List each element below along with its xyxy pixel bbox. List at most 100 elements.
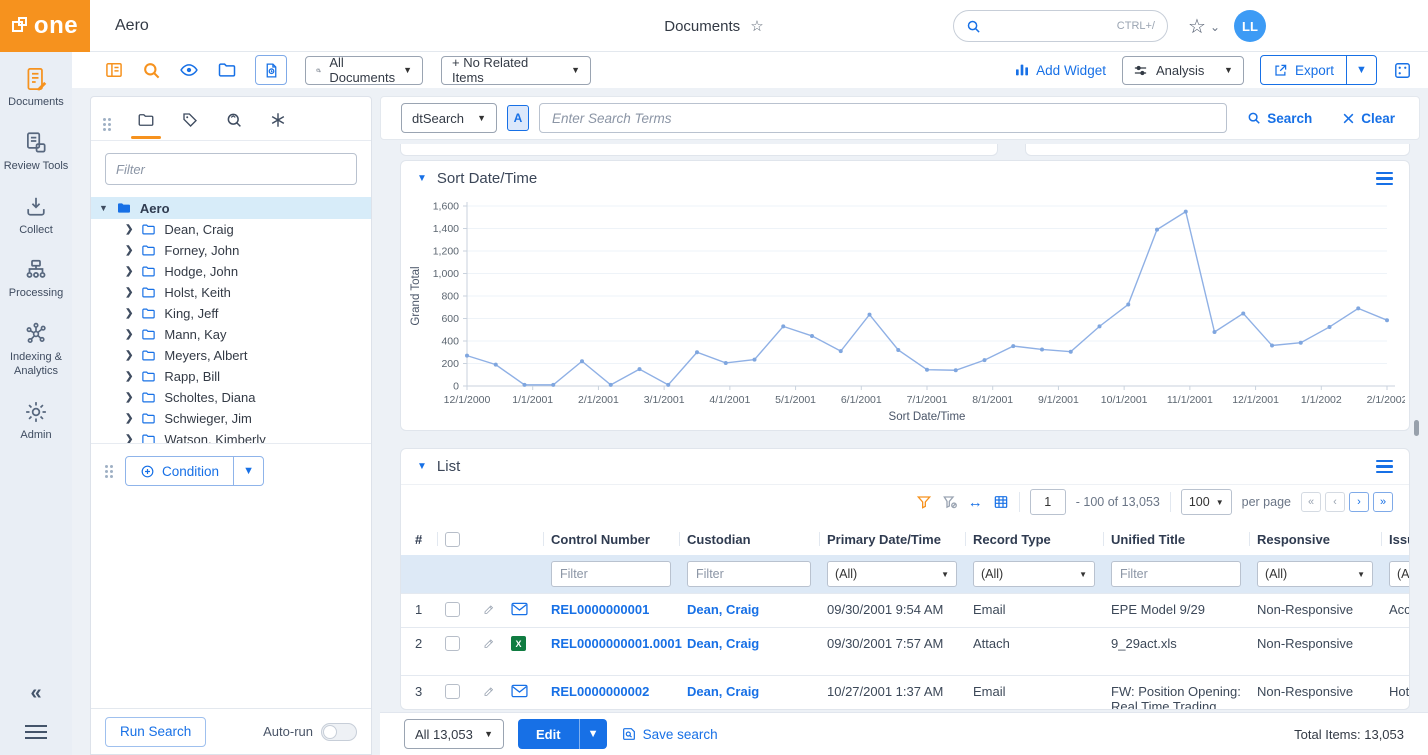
- tree-item-folder[interactable]: ❯Watson, Kimberly: [91, 429, 371, 443]
- tree-item-folder[interactable]: ❯Scholtes, Diana: [91, 387, 371, 408]
- sidebar-item-processing[interactable]: Processing: [2, 257, 70, 301]
- collapse-caret-icon[interactable]: ▼: [417, 461, 427, 472]
- column-filter-input[interactable]: [551, 561, 671, 587]
- sidebar-item-review-tools[interactable]: Review Tools: [2, 130, 70, 174]
- column-filter-input[interactable]: [687, 561, 811, 587]
- chevron-right-icon[interactable]: ❯: [125, 371, 133, 382]
- row-edit-button[interactable]: [475, 628, 503, 675]
- column-header-issues[interactable]: Issues: [1381, 523, 1410, 555]
- chevron-right-icon[interactable]: ❯: [125, 245, 133, 256]
- folders-view-icon[interactable]: [217, 60, 237, 80]
- search-button[interactable]: Search: [1237, 111, 1322, 126]
- edit-dropdown-chevron[interactable]: ▼: [579, 719, 607, 749]
- row-edit-button[interactable]: [475, 594, 503, 627]
- sidebar-item-indexing-analytics[interactable]: Indexing & Analytics: [2, 321, 70, 379]
- chevron-right-icon[interactable]: ❯: [125, 413, 133, 424]
- export-button[interactable]: Export: [1261, 56, 1346, 84]
- chevron-right-icon[interactable]: ❯: [125, 287, 133, 298]
- chart-menu-icon[interactable]: [1376, 172, 1393, 186]
- column-header-record-type[interactable]: Record Type: [965, 523, 1103, 555]
- tree-item-folder[interactable]: ❯Hodge, John: [91, 261, 371, 282]
- per-page-select[interactable]: 100 ▼: [1181, 489, 1232, 515]
- next-page-button[interactable]: ›: [1349, 492, 1369, 512]
- scope-select[interactable]: All Documents ▼: [305, 56, 423, 85]
- chevron-right-icon[interactable]: ❯: [125, 329, 133, 340]
- row-edit-button[interactable]: [475, 676, 503, 710]
- document-view-active[interactable]: [255, 55, 287, 85]
- caret-down-icon[interactable]: ▼: [99, 203, 108, 213]
- column-filter-input[interactable]: [1111, 561, 1241, 587]
- grid-view-icon[interactable]: [993, 494, 1009, 510]
- last-page-button[interactable]: »: [1373, 492, 1393, 512]
- chevron-right-icon[interactable]: ❯: [125, 392, 133, 403]
- column-header-primary-date[interactable]: Primary Date/Time: [819, 523, 965, 555]
- column-header-num[interactable]: #: [401, 523, 437, 555]
- sidebar-item-collect[interactable]: Collect: [2, 194, 70, 238]
- vertical-scrollbar-thumb[interactable]: [1414, 420, 1419, 436]
- tab-folders[interactable]: [137, 111, 155, 139]
- favorites-menu[interactable]: ☆⌄: [1188, 14, 1220, 39]
- view-eye-icon[interactable]: [179, 60, 199, 80]
- clear-button[interactable]: Clear: [1332, 111, 1405, 126]
- favorite-page-icon[interactable]: ☆: [750, 18, 763, 35]
- tree-item-folder[interactable]: ❯King, Jeff: [91, 303, 371, 324]
- add-widget-button[interactable]: Add Widget: [1014, 62, 1106, 78]
- selection-scope-select[interactable]: All 13,053 ▼: [404, 719, 504, 749]
- sidebar-item-documents[interactable]: Documents: [2, 66, 70, 110]
- auto-run-toggle[interactable]: [321, 723, 357, 741]
- column-filter-select[interactable]: (All)▼: [827, 561, 957, 587]
- page-number-input[interactable]: [1030, 489, 1066, 515]
- column-filter-select[interactable]: (All)▼: [1257, 561, 1373, 587]
- layout-grid-icon[interactable]: [104, 60, 124, 80]
- collapse-caret-icon[interactable]: ▼: [417, 173, 427, 184]
- tab-saved-searches[interactable]: [225, 111, 243, 139]
- column-header-custodian[interactable]: Custodian: [679, 523, 819, 555]
- tree-item-folder[interactable]: ❯Rapp, Bill: [91, 366, 371, 387]
- tree-item-folder[interactable]: ❯Forney, John: [91, 240, 371, 261]
- control-number-link[interactable]: REL0000000001.0001: [551, 636, 682, 651]
- add-condition-button[interactable]: Condition: [126, 457, 233, 485]
- search-engine-select[interactable]: dtSearch ▼: [401, 103, 497, 133]
- global-search[interactable]: CTRL+/: [953, 10, 1168, 42]
- custodian-link[interactable]: Dean, Craig: [687, 602, 759, 617]
- tree-root-aero[interactable]: ▼ Aero: [91, 197, 371, 219]
- tree-item-folder[interactable]: ❯Dean, Craig: [91, 219, 371, 240]
- chevron-right-icon[interactable]: ❯: [125, 266, 133, 277]
- chevron-right-icon[interactable]: ❯: [125, 434, 133, 443]
- chevron-right-icon[interactable]: ❯: [125, 350, 133, 361]
- row-checkbox[interactable]: [445, 636, 460, 651]
- tree-item-folder[interactable]: ❯Mann, Kay: [91, 324, 371, 345]
- filter-funnel-icon[interactable]: [916, 494, 932, 510]
- column-header-unified-title[interactable]: Unified Title: [1103, 523, 1249, 555]
- tree-filter-input[interactable]: [105, 153, 357, 185]
- search-terms-input[interactable]: [539, 103, 1227, 133]
- filter-clear-icon[interactable]: [942, 494, 958, 510]
- avatar[interactable]: LL: [1234, 10, 1266, 42]
- search-view-icon[interactable]: [142, 61, 161, 80]
- control-number-link[interactable]: REL0000000001: [551, 602, 649, 617]
- tab-advanced[interactable]: [269, 111, 287, 139]
- term-highlight-button[interactable]: A: [507, 105, 529, 131]
- menu-icon[interactable]: [25, 725, 47, 739]
- save-search-button[interactable]: Save search: [621, 726, 718, 742]
- first-page-button[interactable]: «: [1301, 492, 1321, 512]
- analysis-select[interactable]: Analysis ▼: [1122, 56, 1244, 85]
- condition-dropdown-chevron[interactable]: ▼: [233, 457, 263, 485]
- tree-item-folder[interactable]: ❯Meyers, Albert: [91, 345, 371, 366]
- run-search-button[interactable]: Run Search: [105, 717, 206, 747]
- tree-item-folder[interactable]: ❯Holst, Keith: [91, 282, 371, 303]
- edit-button[interactable]: Edit: [518, 719, 579, 749]
- prev-page-button[interactable]: ‹: [1325, 492, 1345, 512]
- chevron-right-icon[interactable]: ❯: [125, 224, 133, 235]
- custodian-link[interactable]: Dean, Craig: [687, 636, 759, 651]
- column-header-control-number[interactable]: Control Number: [543, 523, 679, 555]
- expand-columns-icon[interactable]: ↔: [968, 494, 983, 511]
- row-checkbox[interactable]: [445, 602, 460, 617]
- select-all-checkbox[interactable]: [445, 532, 460, 547]
- sidebar-item-admin[interactable]: Admin: [2, 399, 70, 443]
- collapse-sidebar-icon[interactable]: «: [30, 682, 41, 705]
- column-filter-select[interactable]: (All)▼: [973, 561, 1095, 587]
- list-menu-icon[interactable]: [1376, 460, 1393, 474]
- column-filter-select[interactable]: (All)▼: [1389, 561, 1410, 587]
- control-number-link[interactable]: REL0000000002: [551, 684, 649, 699]
